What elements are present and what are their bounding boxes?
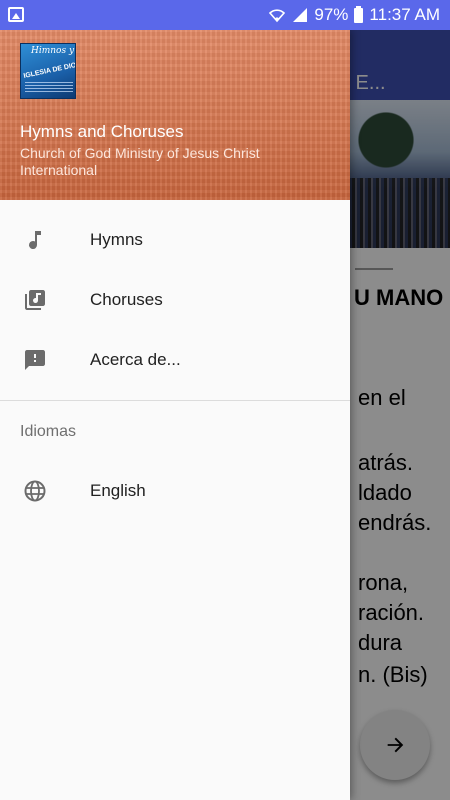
- drawer-title: Hymns and Choruses: [20, 122, 184, 141]
- feedback-icon: [25, 350, 45, 370]
- signal-icon: [293, 8, 308, 22]
- church-logo: Himnos y Coros IGLESIA DE DIOS: [20, 43, 76, 99]
- status-right: 97% 11:37 AM: [268, 0, 440, 30]
- globe-icon: [24, 480, 46, 502]
- library-music-icon: [25, 290, 45, 310]
- wifi-icon: [269, 9, 286, 23]
- logo-church-text: IGLESIA DE DIOS: [22, 60, 76, 81]
- music-note-icon: [29, 231, 41, 250]
- drawer-subtitle: Church of God Ministry of Jesus Christ I…: [20, 145, 260, 178]
- menu-divider: [0, 400, 350, 401]
- drawer-header: Himnos y Coros IGLESIA DE DIOS Hymns and…: [0, 30, 350, 200]
- status-time: 11:37 AM: [369, 5, 440, 24]
- menu-item-label: Hymns: [90, 230, 143, 249]
- menu-item-english[interactable]: English: [0, 461, 350, 521]
- menu-item-label: English: [90, 481, 146, 500]
- navigation-drawer: Himnos y Coros IGLESIA DE DIOS Hymns and…: [0, 30, 350, 800]
- menu-item-label: Acerca de...: [90, 350, 181, 369]
- logo-small-print: [25, 80, 73, 92]
- logo-script-text: Himnos y Coros: [31, 46, 75, 56]
- menu-item-hymns[interactable]: Hymns: [0, 210, 350, 270]
- battery-percent: 97%: [314, 5, 349, 24]
- menu-item-choruses[interactable]: Choruses: [0, 270, 350, 330]
- status-bar: 97% 11:37 AM: [0, 0, 450, 30]
- menu-item-label: Choruses: [90, 290, 163, 309]
- languages-section-title: Idiomas: [20, 423, 77, 440]
- gallery-notification-icon: [8, 7, 24, 22]
- menu-item-about[interactable]: Acerca de...: [0, 330, 350, 390]
- battery-icon: [354, 5, 364, 23]
